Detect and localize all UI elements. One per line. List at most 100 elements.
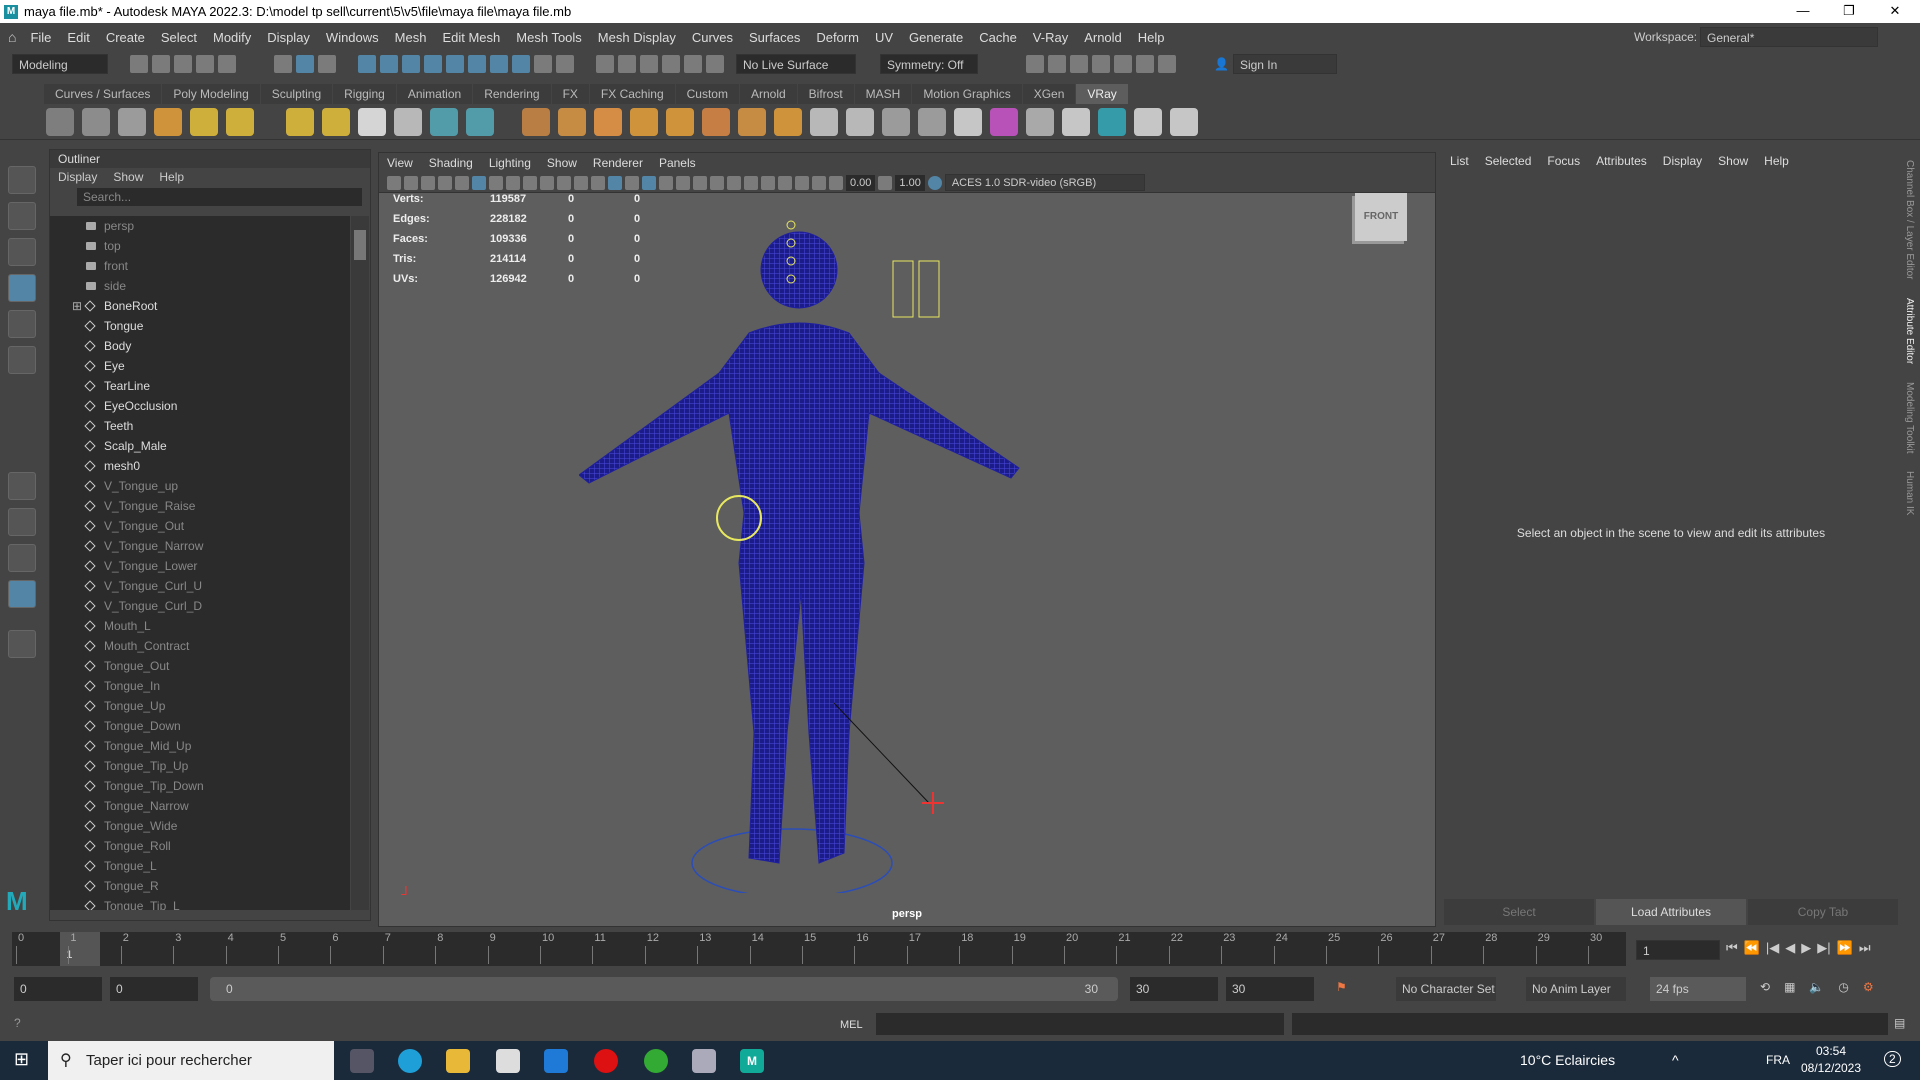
menu-uv[interactable]: UV: [867, 30, 901, 45]
outliner-item[interactable]: TearLine: [50, 376, 350, 396]
expand-icon[interactable]: ⊞: [72, 296, 82, 316]
shelf-tab[interactable]: FX Caching: [589, 84, 675, 104]
shelf-tab[interactable]: Poly Modeling: [162, 84, 260, 104]
shelf-tab[interactable]: Motion Graphics: [912, 84, 1022, 104]
outliner-scrollbar[interactable]: [351, 216, 369, 910]
tray-chevron-icon[interactable]: ^: [1672, 1052, 1679, 1068]
outliner-item[interactable]: Eye: [50, 356, 350, 376]
outliner-item[interactable]: side: [50, 276, 350, 296]
shelf-tab[interactable]: Sculpting: [260, 84, 333, 104]
anim-start-field[interactable]: 0: [110, 977, 198, 1001]
attr-menu-list[interactable]: List: [1442, 152, 1477, 170]
search-icon[interactable]: [8, 630, 36, 658]
ipr-render-icon[interactable]: [1092, 55, 1110, 73]
shelf-tool-icon[interactable]: [702, 108, 730, 136]
outliner-item[interactable]: Tongue_Mid_Up: [50, 736, 350, 756]
resolution-gate-icon[interactable]: [506, 175, 520, 190]
menu-deform[interactable]: Deform: [808, 30, 867, 45]
shelf-tab[interactable]: Rigging: [333, 84, 396, 104]
attr-menu-attributes[interactable]: Attributes: [1588, 152, 1655, 170]
scene-end-field[interactable]: 30: [1226, 977, 1314, 1001]
gate-mask-icon[interactable]: [523, 175, 537, 190]
shelf-tool-icon[interactable]: [738, 108, 766, 136]
new-scene-icon[interactable]: [130, 55, 148, 73]
outliner-item[interactable]: Tongue_Tip_Down: [50, 776, 350, 796]
go-to-start-icon[interactable]: ⏮: [1726, 940, 1738, 956]
clock-date[interactable]: 08/12/2023: [1800, 1061, 1862, 1075]
snap-face-icon[interactable]: [490, 55, 508, 73]
grease-pencil-icon[interactable]: [455, 175, 469, 190]
select-object-icon[interactable]: [296, 55, 314, 73]
select-tool-icon[interactable]: [8, 166, 36, 194]
shelf-tool-icon[interactable]: [594, 108, 622, 136]
shelf-tool-icon[interactable]: [558, 108, 586, 136]
menu-mesh-tools[interactable]: Mesh Tools: [508, 30, 590, 45]
shelf-tab[interactable]: Curves / Surfaces: [44, 84, 162, 104]
snap-edge-icon[interactable]: [468, 55, 486, 73]
viewport-menu-shading[interactable]: Shading: [421, 153, 481, 173]
outliner-item[interactable]: Tongue_Roll: [50, 836, 350, 856]
edge-icon[interactable]: [398, 1049, 422, 1073]
notification-count[interactable]: 2: [1884, 1051, 1901, 1067]
ambient-occlusion-icon[interactable]: [710, 175, 724, 190]
taskbar-search-input[interactable]: Taper ici pour rechercher: [48, 1041, 334, 1080]
color-management-toggle-icon[interactable]: [927, 175, 942, 190]
key-filter-icon[interactable]: ▦: [1784, 980, 1795, 994]
xray-icon[interactable]: [778, 175, 792, 190]
scale-tool-icon[interactable]: [8, 346, 36, 374]
outliner-item[interactable]: Tongue_Tip_L: [50, 896, 350, 910]
render-icon[interactable]: [618, 55, 636, 73]
textured-icon[interactable]: [659, 175, 673, 190]
save-scene-icon[interactable]: [174, 55, 192, 73]
render-view-icon[interactable]: [706, 55, 724, 73]
hypershade-icon[interactable]: [684, 55, 702, 73]
four-view-icon[interactable]: [8, 508, 36, 536]
minimize-button[interactable]: —: [1780, 0, 1826, 23]
home-icon[interactable]: ⌂: [0, 29, 22, 45]
menu-edit-mesh[interactable]: Edit Mesh: [434, 30, 508, 45]
help-icon[interactable]: ?: [14, 1016, 21, 1030]
menu-file[interactable]: File: [22, 30, 59, 45]
tab-modeling-toolkit[interactable]: Modeling Toolkit: [1904, 382, 1915, 454]
attr-menu-show[interactable]: Show: [1710, 152, 1756, 170]
pause-icon[interactable]: [1158, 55, 1176, 73]
grid-icon[interactable]: [472, 175, 486, 190]
character-set-dropdown[interactable]: No Character Set: [1396, 977, 1496, 1001]
copy-tab-button[interactable]: Copy Tab: [1748, 899, 1898, 925]
outliner-item[interactable]: V_Tongue_Curl_U: [50, 576, 350, 596]
maximize-button[interactable]: ❐: [1826, 0, 1872, 23]
shelf-tool-icon[interactable]: [774, 108, 802, 136]
shelf-tool-icon[interactable]: [394, 108, 422, 136]
shelf-tool-icon[interactable]: [82, 108, 110, 136]
mode-dropdown[interactable]: Modeling: [12, 54, 108, 74]
smooth-shade-icon[interactable]: [608, 175, 622, 190]
gamma-field[interactable]: 1.00: [895, 174, 925, 191]
menu-cache[interactable]: Cache: [971, 30, 1025, 45]
tab-attribute-editor[interactable]: Attribute Editor: [1904, 298, 1915, 364]
menu-create[interactable]: Create: [98, 30, 153, 45]
viewport-menu-lighting[interactable]: Lighting: [481, 153, 539, 173]
shelf-tool-icon[interactable]: [882, 108, 910, 136]
outliner-item[interactable]: Scalp_Male: [50, 436, 350, 456]
shelf-tool-icon[interactable]: [154, 108, 182, 136]
outliner-item[interactable]: V_Tongue_Narrow: [50, 536, 350, 556]
close-button[interactable]: ✕: [1872, 0, 1918, 23]
load-attributes-button[interactable]: Load Attributes: [1596, 899, 1746, 925]
shelf-tool-icon[interactable]: [466, 108, 494, 136]
loop-icon[interactable]: ⟲: [1760, 980, 1770, 994]
camera-attr-icon[interactable]: [404, 175, 418, 190]
select-component-icon[interactable]: [318, 55, 336, 73]
menu-mesh-display[interactable]: Mesh Display: [590, 30, 684, 45]
play-backward-icon[interactable]: ◀: [1785, 940, 1795, 956]
sign-in-dropdown[interactable]: Sign In: [1232, 54, 1337, 74]
xray-components-icon[interactable]: [812, 175, 826, 190]
snap-point-icon[interactable]: [402, 55, 420, 73]
workspace-dropdown[interactable]: General*: [1700, 27, 1878, 47]
menu-modify[interactable]: Modify: [205, 30, 259, 45]
step-back-frame-icon[interactable]: |◀: [1766, 940, 1779, 956]
shelf-tool-icon[interactable]: [810, 108, 838, 136]
sound-icon[interactable]: 🔈: [1809, 980, 1824, 994]
menu-select[interactable]: Select: [153, 30, 205, 45]
shelf-tool-icon[interactable]: [1134, 108, 1162, 136]
shelf-tool-icon[interactable]: [430, 108, 458, 136]
